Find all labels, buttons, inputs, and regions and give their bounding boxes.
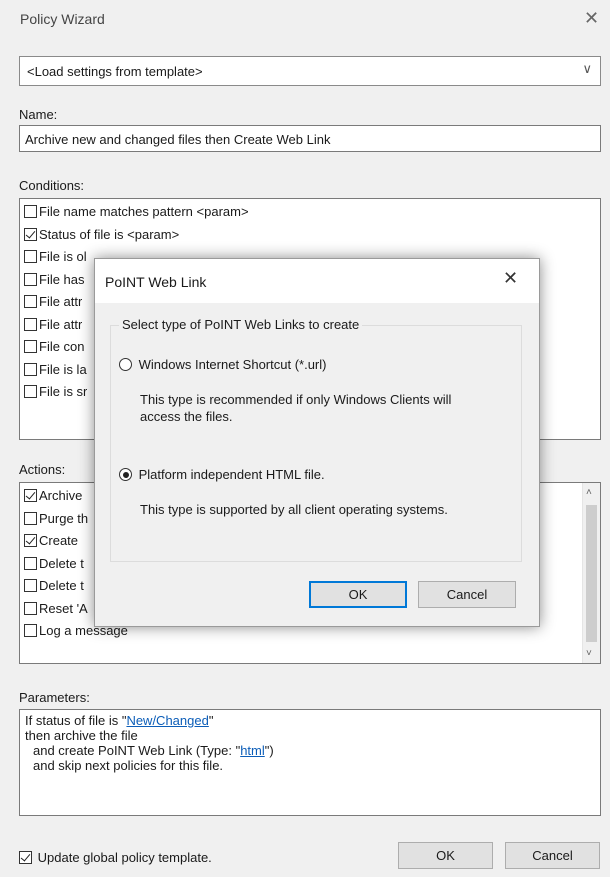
conditions-item[interactable]: Status of file is <param> — [24, 225, 179, 245]
conditions-item[interactable]: File con — [24, 337, 85, 357]
close-icon[interactable]: ✕ — [584, 8, 599, 29]
window-title: Policy Wizard — [20, 11, 105, 27]
scroll-down-icon[interactable]: ˅ — [586, 648, 592, 659]
actions-item-label: Create — [39, 533, 79, 548]
checkbox-icon[interactable] — [24, 579, 37, 592]
actions-item-label: Delete t — [39, 555, 84, 571]
parameters-line-1: If status of file is "New/Changed" — [25, 713, 214, 728]
actions-item[interactable]: Delete t — [24, 554, 84, 574]
checkbox-checked-icon[interactable] — [24, 489, 37, 502]
conditions-label: Conditions: — [19, 178, 85, 193]
actions-item[interactable]: Delete t — [24, 576, 84, 596]
checkbox-icon[interactable] — [24, 250, 37, 263]
checkbox-icon[interactable] — [24, 340, 37, 353]
conditions-item[interactable]: File is ol — [24, 247, 87, 267]
actions-item[interactable]: Archive — [24, 486, 82, 506]
conditions-item[interactable]: File is sr — [24, 382, 87, 402]
option-url-shortcut[interactable]: Windows Internet Shortcut (*.url) — [119, 357, 326, 372]
name-input[interactable]: Archive new and changed files then Creat… — [19, 125, 601, 152]
conditions-item[interactable]: File attr — [24, 315, 82, 335]
actions-item[interactable]: Purge th — [24, 509, 88, 529]
conditions-item-label: File is ol — [39, 249, 87, 264]
name-input-value: Archive new and changed files then Creat… — [25, 132, 331, 147]
checkbox-icon[interactable] — [24, 624, 37, 637]
option-url-shortcut-label: Windows Internet Shortcut (*.url) — [138, 357, 327, 372]
checkbox-icon[interactable] — [24, 317, 37, 331]
radio-selected-icon — [119, 468, 132, 481]
update-template-checkbox[interactable]: Update global policy template. — [19, 850, 212, 865]
conditions-item-label: File name matches pattern <param> — [39, 204, 249, 219]
template-dropdown[interactable]: <Load settings from template> ∨ — [19, 56, 601, 86]
scrollbar-thumb[interactable] — [586, 505, 597, 642]
checkbox-icon[interactable] — [24, 385, 37, 398]
conditions-item-label: Status of file is <param> — [39, 226, 180, 242]
option-html-file-desc: This type is supported by all client ope… — [140, 502, 448, 517]
option-html-file-label: Platform independent HTML file. — [138, 467, 325, 482]
template-dropdown-value: <Load settings from template> — [27, 64, 203, 79]
checkbox-checked-icon[interactable] — [24, 534, 37, 547]
dialog-cancel-button[interactable]: Cancel — [418, 581, 516, 608]
conditions-item[interactable]: File is la — [24, 360, 87, 380]
cancel-button[interactable]: Cancel — [505, 842, 600, 869]
update-template-label: Update global policy template. — [37, 850, 212, 865]
scroll-up-icon[interactable]: ˄ — [586, 487, 592, 498]
conditions-item-label: File con — [39, 339, 85, 354]
dialog-title: PoINT Web Link — [105, 274, 207, 290]
parameters-line-4: and skip next policies for this file. — [33, 758, 224, 773]
actions-item[interactable]: Reset 'A — [24, 599, 88, 619]
checkbox-icon[interactable] — [24, 295, 37, 308]
conditions-item[interactable]: File has — [24, 270, 85, 290]
ok-button[interactable]: OK — [398, 842, 493, 869]
conditions-item[interactable]: File name matches pattern <param> — [24, 202, 249, 222]
conditions-item-label: File attr — [39, 316, 83, 332]
status-param-link[interactable]: New/Changed — [126, 713, 208, 728]
checkbox-icon[interactable] — [24, 362, 37, 376]
link-type-group-label: Select type of PoINT Web Links to create — [119, 317, 363, 332]
actions-item-label: Delete t — [39, 578, 84, 593]
option-html-file[interactable]: Platform independent HTML file. — [119, 467, 325, 482]
checkbox-icon[interactable] — [24, 205, 37, 218]
option-url-shortcut-desc: This type is recommended if only Windows… — [140, 392, 452, 424]
conditions-item-label: File is la — [39, 361, 87, 377]
conditions-item-label: File is sr — [39, 384, 88, 399]
actions-item[interactable]: Create — [24, 531, 78, 551]
radio-icon — [119, 358, 132, 371]
parameters-line-2: then archive the file — [25, 728, 138, 743]
dialog-body: Select type of PoINT Web Links to create… — [95, 303, 539, 626]
parameters-line-3: and create PoINT Web Link (Type: "html") — [33, 743, 274, 758]
checkbox-icon[interactable] — [24, 601, 37, 615]
checkbox-checked-icon[interactable] — [24, 227, 37, 241]
dialog-ok-button[interactable]: OK — [309, 581, 407, 608]
actions-scrollbar[interactable]: ˄ ˅ — [582, 483, 600, 663]
checkbox-icon — [19, 851, 32, 864]
conditions-item[interactable]: File attr — [24, 292, 82, 312]
checkbox-icon[interactable] — [24, 511, 37, 525]
type-param-link[interactable]: html — [240, 743, 265, 758]
actions-label: Actions: — [19, 462, 66, 477]
actions-item-label: Purge th — [39, 510, 89, 526]
actions-item-label: Archive — [39, 488, 83, 503]
checkbox-icon[interactable] — [24, 272, 37, 286]
parameters-label: Parameters: — [19, 690, 90, 705]
conditions-item-label: File attr — [39, 294, 83, 309]
actions-item-label: Reset 'A — [39, 600, 88, 616]
dialog-close-icon[interactable]: ✕ — [503, 268, 518, 289]
name-label: Name: — [19, 107, 58, 122]
web-link-dialog: PoINT Web Link ✕ Select type of PoINT We… — [94, 258, 540, 627]
chevron-down-icon: ∨ — [582, 61, 592, 76]
conditions-item-label: File has — [39, 271, 85, 287]
checkbox-icon[interactable] — [24, 556, 37, 570]
parameters-box: If status of file is "New/Changed" then … — [19, 709, 601, 816]
